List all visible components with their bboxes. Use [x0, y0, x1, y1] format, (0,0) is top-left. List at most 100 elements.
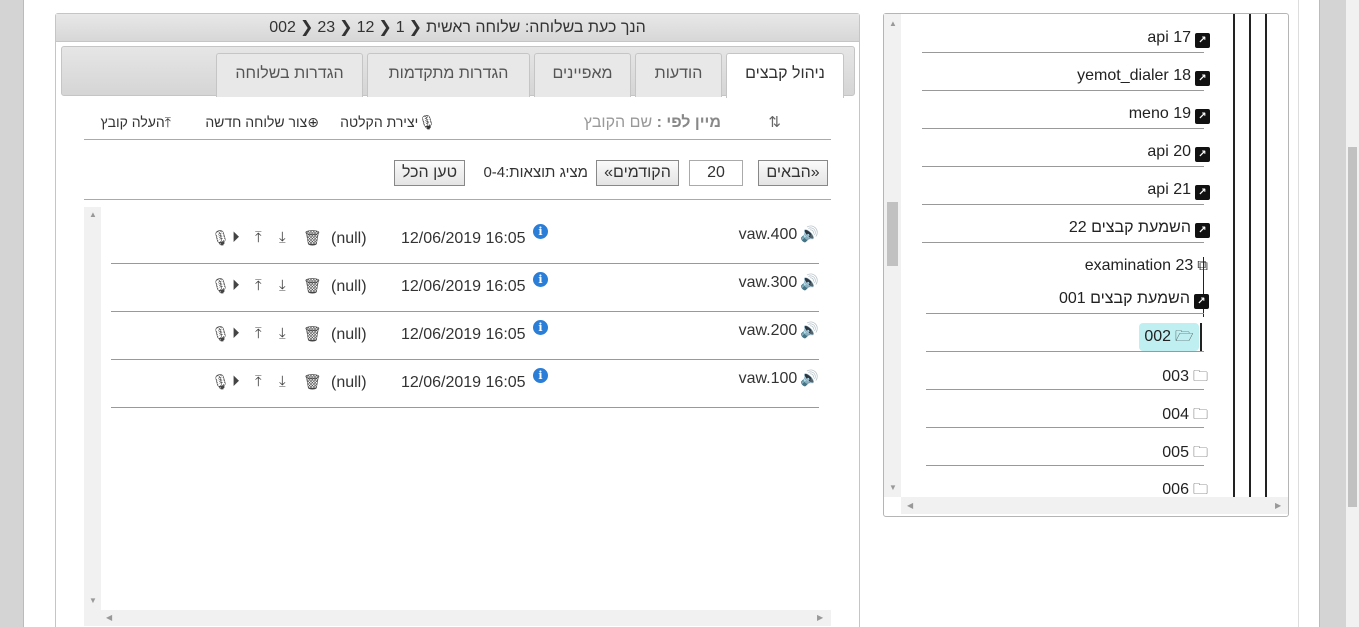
- breadcrumb-item-1[interactable]: 1: [396, 14, 405, 42]
- download-icon[interactable]: ⤓: [279, 277, 286, 294]
- tree-node-number: 20: [1173, 143, 1191, 160]
- tab-messages[interactable]: הודעות: [635, 53, 722, 97]
- tree-node-18[interactable]: yemot_dialer 18 ↗: [1077, 67, 1210, 86]
- sort-selector[interactable]: מיין לפי : שם הקובץ: [584, 114, 721, 132]
- microphone-icon[interactable]: 🎙: [211, 229, 230, 247]
- trash-icon[interactable]: 🗑: [303, 229, 322, 247]
- speaker-icon[interactable]: 🔊: [800, 322, 819, 339]
- tree-node-006[interactable]: 006 🗀: [1162, 479, 1208, 504]
- download-icon[interactable]: ⤓: [279, 373, 286, 390]
- scroll-up-arrow-icon[interactable]: ▲: [89, 210, 97, 219]
- scroll-up-arrow-icon[interactable]: ▲: [889, 19, 897, 28]
- pagination-bar: «הבאים 20 הקודמים» מציג תוצאות:0-4 טען ה…: [84, 160, 831, 200]
- tree-separator: [922, 204, 1204, 205]
- tree-node-002-selected[interactable]: 002 🗁: [1139, 323, 1199, 351]
- tree-node-17[interactable]: api 17 ↗: [1147, 29, 1210, 48]
- tree-node-19[interactable]: meno 19 ↗: [1129, 105, 1210, 124]
- upload-icon[interactable]: ⤒: [255, 277, 262, 294]
- file-actions: 🗑 ⤓ ⤒ ⏵ 🎙: [211, 277, 323, 299]
- scroll-right-arrow-icon[interactable]: ▶: [1275, 501, 1281, 510]
- play-circle-icon[interactable]: ⏵: [232, 277, 240, 294]
- breadcrumb-item-root[interactable]: שלוחה ראשית: [426, 14, 520, 42]
- info-icon[interactable]: i: [533, 272, 548, 287]
- microphone-icon[interactable]: 🎙: [211, 373, 230, 391]
- tab-advanced-settings[interactable]: הגדרות מתקדמות: [367, 53, 530, 97]
- create-extension-button[interactable]: ⊕צור שלוחה חדשה: [205, 114, 319, 131]
- upload-icon[interactable]: ⤒: [255, 229, 262, 246]
- file-row: 002.wav 🔊 i 12/06/2019 16:05 (null) 🗑 ⤓ ⤒…: [111, 312, 819, 360]
- file-name-text: 004.wav: [738, 226, 798, 243]
- page-size-input[interactable]: 20: [689, 160, 743, 186]
- previous-page-button[interactable]: הקודמים»: [596, 160, 679, 186]
- tree-node-label: api: [1147, 181, 1169, 198]
- microphone-icon[interactable]: 🎙: [211, 277, 230, 295]
- scroll-left-arrow-icon[interactable]: ◀: [106, 613, 112, 622]
- scroll-down-arrow-icon[interactable]: ▼: [889, 483, 897, 492]
- tree-node-001[interactable]: השמעת קבצים 001 ↗: [1059, 290, 1209, 309]
- scroll-right-arrow-icon[interactable]: ▶: [817, 613, 823, 622]
- info-icon[interactable]: i: [533, 224, 548, 239]
- file-date: 12/06/2019 16:05: [401, 374, 526, 391]
- folder-icon: 🗀: [1192, 481, 1208, 498]
- play-circle-icon[interactable]: ⏵: [232, 229, 240, 246]
- page-scrollbar-thumb[interactable]: [1348, 147, 1357, 507]
- tab-bar: ניהול קבצים הודעות מאפיינים הגדרות מתקדמ…: [61, 46, 855, 98]
- info-icon[interactable]: i: [533, 320, 548, 335]
- speaker-icon[interactable]: 🔊: [800, 274, 819, 291]
- tree-vertical-scrollbar[interactable]: ▲ ▼: [884, 14, 901, 497]
- tree-horizontal-scrollbar[interactable]: ◀ ▶: [901, 497, 1288, 514]
- tree-node-20[interactable]: api 20 ↗: [1147, 143, 1210, 162]
- upload-icon[interactable]: ⤒: [255, 325, 262, 342]
- scroll-down-arrow-icon[interactable]: ▼: [89, 596, 97, 605]
- breadcrumb-item-23[interactable]: 23: [317, 14, 335, 42]
- folder-icon: 🗀: [1192, 406, 1208, 423]
- file-name[interactable]: 002.wav 🔊: [739, 321, 819, 340]
- file-list-vertical-scrollbar[interactable]: ▲ ▼: [84, 207, 101, 610]
- tab-properties[interactable]: מאפיינים: [534, 53, 631, 97]
- tree-node-005[interactable]: 005 🗀: [1162, 442, 1208, 467]
- upload-file-button[interactable]: ⤒העלה קובץ: [101, 114, 171, 131]
- tree-node-003[interactable]: 003 🗀: [1162, 366, 1208, 391]
- breadcrumb-item-002[interactable]: 002: [269, 14, 296, 42]
- results-status: מציג תוצאות:0-4: [483, 164, 588, 181]
- sort-icon[interactable]: ⇅: [768, 113, 781, 131]
- tree-node-number: 22: [1068, 219, 1087, 236]
- play-circle-icon[interactable]: ⏵: [232, 325, 240, 342]
- file-name[interactable]: 003.wav 🔊: [739, 273, 819, 292]
- file-name[interactable]: 001.wav 🔊: [739, 369, 819, 388]
- create-recording-button[interactable]: 🎙יצירת הקלטה: [340, 114, 436, 131]
- microphone-icon[interactable]: 🎙: [211, 325, 230, 343]
- speaker-icon[interactable]: 🔊: [800, 226, 819, 243]
- tree-node-004[interactable]: 004 🗀: [1162, 404, 1208, 429]
- chevron-left-icon: ❮: [378, 19, 392, 36]
- speaker-icon[interactable]: 🔊: [800, 370, 819, 387]
- tab-extension-settings[interactable]: הגדרות בשלוחה: [216, 53, 363, 97]
- scroll-left-arrow-icon[interactable]: ◀: [907, 501, 913, 510]
- tree-node-21[interactable]: api 21 ↗: [1147, 181, 1210, 200]
- file-list-horizontal-scrollbar[interactable]: ◀ ▶: [84, 610, 831, 626]
- download-icon[interactable]: ⤓: [279, 325, 286, 342]
- tab-file-management[interactable]: ניהול קבצים: [726, 53, 844, 98]
- tree-node-22[interactable]: השמעת קבצים 22 ↗: [1069, 219, 1210, 238]
- upload-icon[interactable]: ⤒: [255, 373, 262, 390]
- trash-icon[interactable]: 🗑: [303, 277, 322, 295]
- tree-separator: [922, 166, 1204, 167]
- trash-icon[interactable]: 🗑: [303, 325, 322, 343]
- external-link-square-icon: ↗: [1195, 109, 1210, 124]
- file-date: 12/06/2019 16:05: [401, 278, 526, 295]
- load-all-button[interactable]: טען הכל: [394, 160, 465, 186]
- tree-node-23[interactable]: examination 23⧉: [1085, 257, 1208, 275]
- next-page-button[interactable]: «הבאים: [758, 160, 828, 186]
- tree-node-label: api: [1147, 143, 1169, 160]
- info-icon[interactable]: i: [533, 368, 548, 383]
- tree-separator: [926, 351, 1204, 352]
- tree-node-label: api: [1147, 29, 1169, 46]
- trash-icon[interactable]: 🗑: [303, 373, 322, 391]
- download-icon[interactable]: ⤓: [279, 229, 286, 246]
- page-scrollbar[interactable]: [1346, 0, 1359, 627]
- file-name[interactable]: 004.wav 🔊: [739, 225, 819, 244]
- external-link-square-icon: ↗: [1194, 294, 1209, 309]
- tree-scrollbar-thumb[interactable]: [887, 202, 898, 266]
- play-circle-icon[interactable]: ⏵: [232, 373, 240, 390]
- breadcrumb-item-12[interactable]: 12: [357, 14, 375, 42]
